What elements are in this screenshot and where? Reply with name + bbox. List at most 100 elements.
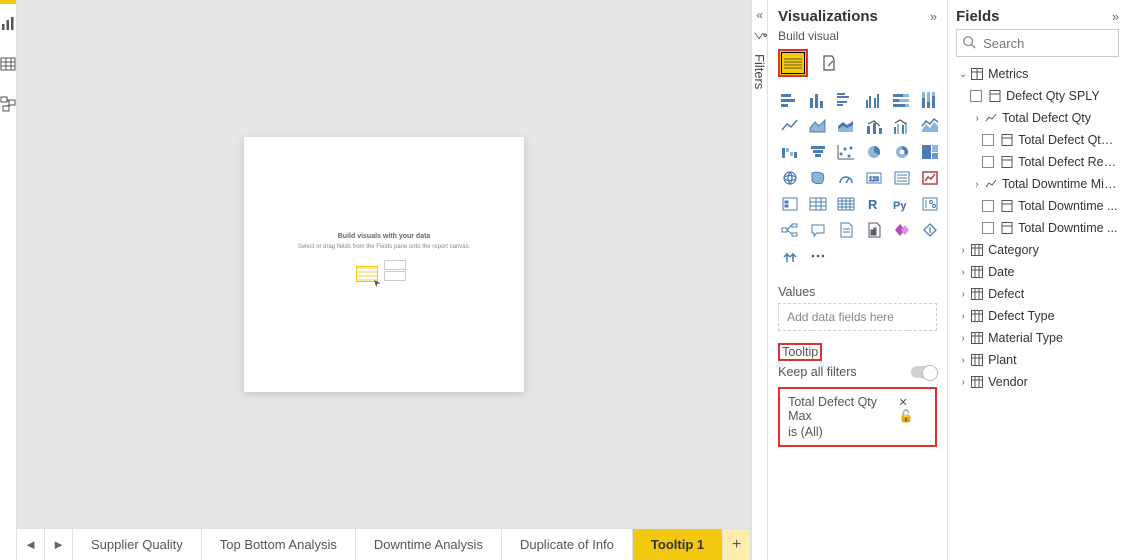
viz-scatter-icon[interactable] <box>834 141 858 163</box>
fields-tree: ⌄ Metrics Defect Qty SPLY › Total Defect… <box>956 63 1119 393</box>
table-metrics[interactable]: ⌄ Metrics <box>956 63 1119 85</box>
canvas-watermark-title: Build visuals with your data <box>338 233 431 240</box>
page-tabs-bar: ◄ ► Supplier Quality Top Bottom Analysis… <box>17 528 751 560</box>
viz-filled-map-icon[interactable] <box>806 167 830 189</box>
values-field-well[interactable]: Add data fields here <box>778 303 937 331</box>
viz-powerapps-icon[interactable] <box>890 219 914 241</box>
viz-100-stacked-column-icon[interactable] <box>918 89 942 111</box>
field-total-downtime-1[interactable]: Total Downtime ... <box>956 195 1119 217</box>
viz-table-icon[interactable] <box>806 193 830 215</box>
field-total-defect-rep[interactable]: Total Defect Rep... <box>956 151 1119 173</box>
viz-line-chart-icon[interactable] <box>778 115 802 137</box>
tab-prev-button[interactable]: ◄ <box>17 529 45 560</box>
viz-qna-icon[interactable] <box>806 219 830 241</box>
viz-100-stacked-bar-icon[interactable] <box>890 89 914 111</box>
filters-pane-collapsed: « Filters <box>751 0 767 560</box>
viz-treemap-icon[interactable] <box>918 141 942 163</box>
calculator-icon <box>988 90 1002 102</box>
viz-get-more-icon[interactable] <box>778 245 802 267</box>
table-defect-type[interactable]: ›Defect Type <box>956 305 1119 327</box>
viz-card-icon[interactable]: 123 <box>862 167 886 189</box>
viz-slicer-icon[interactable] <box>778 193 802 215</box>
table-plant[interactable]: ›Plant <box>956 349 1119 371</box>
field-checkbox[interactable] <box>970 90 982 102</box>
viz-decomposition-tree-icon[interactable] <box>778 219 802 241</box>
collapse-viz-pane-button[interactable]: » <box>930 9 937 24</box>
viz-stacked-bar-icon[interactable] <box>778 89 802 111</box>
visualizations-title: Visualizations <box>778 8 878 25</box>
build-visual-label: Build visual <box>778 29 937 43</box>
canvas-watermark-subtitle: Select or drag fields from the Fields pa… <box>298 244 470 252</box>
group-total-defect-qty[interactable]: › Total Defect Qty <box>956 107 1119 129</box>
field-checkbox[interactable] <box>982 200 994 212</box>
table-defect[interactable]: ›Defect <box>956 283 1119 305</box>
viz-funnel-icon[interactable] <box>806 141 830 163</box>
lock-icon: 🔓 <box>898 409 913 423</box>
viz-r-visual-icon[interactable]: R <box>862 193 886 215</box>
viz-clustered-bar-icon[interactable] <box>834 89 858 111</box>
keep-filters-toggle[interactable]: On <box>911 366 937 378</box>
left-view-rail <box>0 0 17 560</box>
data-view-icon[interactable] <box>0 44 16 84</box>
viz-donut-icon[interactable] <box>890 141 914 163</box>
canvas-wrapper: Build visuals with your data Select or d… <box>17 0 751 528</box>
viz-smart-narrative-icon[interactable] <box>834 219 858 241</box>
field-checkbox[interactable] <box>982 156 994 168</box>
field-total-defect-qty-1[interactable]: Total Defect Qty ... <box>956 129 1119 151</box>
group-total-downtime-min[interactable]: › Total Downtime Min... <box>956 173 1119 195</box>
tab-next-button[interactable]: ► <box>45 529 73 560</box>
add-page-button[interactable]: + <box>723 529 751 560</box>
calculator-icon <box>1000 222 1014 234</box>
field-checkbox[interactable] <box>982 134 994 146</box>
viz-line-stacked-column-icon[interactable] <box>862 115 886 137</box>
viz-line-clustered-column-icon[interactable] <box>890 115 914 137</box>
trend-icon <box>984 178 998 190</box>
viz-gauge-icon[interactable] <box>834 167 858 189</box>
tab-downtime[interactable]: Downtime Analysis <box>356 529 502 560</box>
filters-pane-label[interactable]: Filters <box>752 54 767 89</box>
viz-multirow-card-icon[interactable] <box>890 167 914 189</box>
viz-area-chart-icon[interactable] <box>806 115 830 137</box>
collapse-fields-pane-button[interactable]: » <box>1112 9 1119 24</box>
report-page-canvas[interactable]: Build visuals with your data Select or d… <box>244 137 524 392</box>
tab-duplicate-info[interactable]: Duplicate of Info <box>502 529 633 560</box>
expand-filters-button[interactable]: « <box>756 8 763 22</box>
viz-key-influencers-icon[interactable] <box>918 193 942 215</box>
viz-stacked-column-icon[interactable] <box>806 89 830 111</box>
viz-ribbon-chart-icon[interactable] <box>918 115 942 137</box>
fields-pane-title: Fields <box>956 8 999 25</box>
viz-stacked-area-icon[interactable] <box>834 115 858 137</box>
viz-matrix-icon[interactable] <box>834 193 858 215</box>
model-view-icon[interactable] <box>0 84 16 124</box>
fields-search-input[interactable] <box>956 29 1119 57</box>
viz-paginated-icon[interactable] <box>862 219 886 241</box>
viz-map-icon[interactable] <box>778 167 802 189</box>
search-icon <box>962 35 976 54</box>
field-checkbox[interactable] <box>982 222 994 234</box>
format-visual-tab[interactable] <box>814 49 844 77</box>
table-category[interactable]: ›Category <box>956 239 1119 261</box>
viz-clustered-column-icon[interactable] <box>862 89 886 111</box>
viz-power-automate-icon[interactable] <box>918 219 942 241</box>
tooltip-field-well[interactable]: Total Defect Qty Max ✕ 🔓 is (All) <box>778 387 937 447</box>
viz-python-visual-icon[interactable]: Py <box>890 193 914 215</box>
tab-tooltip-1[interactable]: Tooltip 1 <box>633 529 723 560</box>
tooltip-field-name: Total Defect Qty Max <box>788 395 894 423</box>
svg-text:Py: Py <box>893 200 907 212</box>
viz-kpi-icon[interactable] <box>918 167 942 189</box>
field-total-downtime-2[interactable]: Total Downtime ... <box>956 217 1119 239</box>
canvas-illustration <box>354 260 414 295</box>
tab-top-bottom[interactable]: Top Bottom Analysis <box>202 529 356 560</box>
tab-supplier-quality[interactable]: Supplier Quality <box>73 529 202 560</box>
viz-waterfall-icon[interactable] <box>778 141 802 163</box>
remove-field-button[interactable]: ✕ <box>898 397 907 409</box>
build-visual-tab[interactable] <box>778 49 808 77</box>
table-date[interactable]: ›Date <box>956 261 1119 283</box>
table-vendor[interactable]: ›Vendor <box>956 371 1119 393</box>
viz-more-options-icon[interactable] <box>806 245 830 267</box>
field-defect-qty-sply[interactable]: Defect Qty SPLY <box>956 85 1119 107</box>
values-label: Values <box>778 285 937 299</box>
table-material-type[interactable]: ›Material Type <box>956 327 1119 349</box>
report-view-icon[interactable] <box>0 4 16 44</box>
viz-pie-icon[interactable] <box>862 141 886 163</box>
